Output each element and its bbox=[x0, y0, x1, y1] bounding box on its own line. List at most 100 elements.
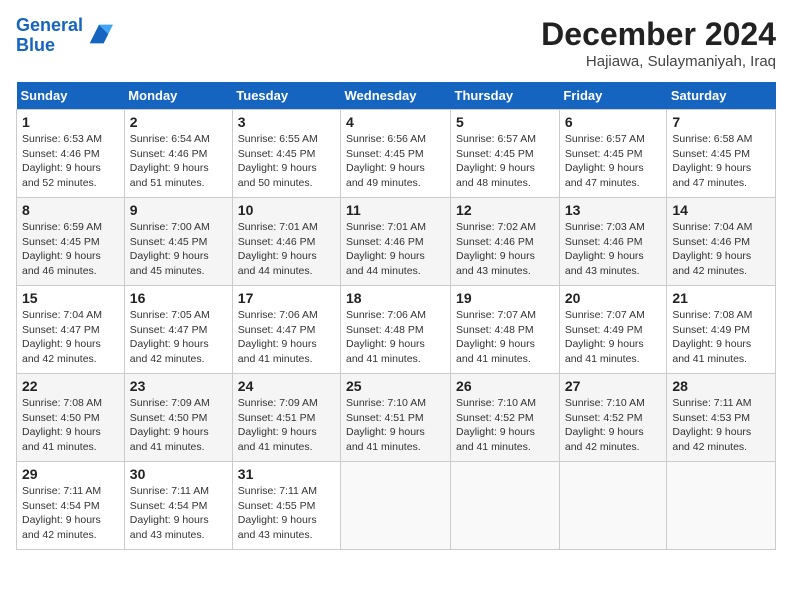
day-number: 23 bbox=[130, 378, 227, 394]
day-cell-22: 22 Sunrise: 7:08 AMSunset: 4:50 PMDaylig… bbox=[17, 374, 125, 462]
day-number: 15 bbox=[22, 290, 119, 306]
day-detail: Sunrise: 7:09 AMSunset: 4:51 PMDaylight:… bbox=[238, 397, 318, 453]
day-cell-10: 10 Sunrise: 7:01 AMSunset: 4:46 PMDaylig… bbox=[232, 198, 340, 286]
day-cell-16: 16 Sunrise: 7:05 AMSunset: 4:47 PMDaylig… bbox=[124, 286, 232, 374]
day-number: 18 bbox=[346, 290, 445, 306]
day-detail: Sunrise: 7:11 AMSunset: 4:53 PMDaylight:… bbox=[672, 397, 751, 453]
day-detail: Sunrise: 6:57 AMSunset: 4:45 PMDaylight:… bbox=[565, 133, 645, 189]
day-detail: Sunrise: 7:07 AMSunset: 4:48 PMDaylight:… bbox=[456, 309, 536, 365]
day-detail: Sunrise: 7:11 AMSunset: 4:55 PMDaylight:… bbox=[238, 485, 317, 541]
header-monday: Monday bbox=[124, 82, 232, 110]
day-number: 13 bbox=[565, 202, 662, 218]
day-cell-8: 8 Sunrise: 6:59 AMSunset: 4:45 PMDayligh… bbox=[17, 198, 125, 286]
day-cell-6: 6 Sunrise: 6:57 AMSunset: 4:45 PMDayligh… bbox=[559, 110, 667, 198]
day-cell-15: 15 Sunrise: 7:04 AMSunset: 4:47 PMDaylig… bbox=[17, 286, 125, 374]
day-detail: Sunrise: 7:04 AMSunset: 4:47 PMDaylight:… bbox=[22, 309, 102, 365]
day-cell-25: 25 Sunrise: 7:10 AMSunset: 4:51 PMDaylig… bbox=[341, 374, 451, 462]
day-detail: Sunrise: 7:11 AMSunset: 4:54 PMDaylight:… bbox=[130, 485, 209, 541]
day-number: 27 bbox=[565, 378, 662, 394]
month-title: December 2024 bbox=[541, 16, 776, 53]
day-number: 4 bbox=[346, 114, 445, 130]
day-cell-23: 23 Sunrise: 7:09 AMSunset: 4:50 PMDaylig… bbox=[124, 374, 232, 462]
day-cell-17: 17 Sunrise: 7:06 AMSunset: 4:47 PMDaylig… bbox=[232, 286, 340, 374]
day-number: 11 bbox=[346, 202, 445, 218]
day-detail: Sunrise: 7:04 AMSunset: 4:46 PMDaylight:… bbox=[672, 221, 752, 277]
day-cell-29: 29 Sunrise: 7:11 AMSunset: 4:54 PMDaylig… bbox=[17, 462, 125, 550]
day-number: 5 bbox=[456, 114, 554, 130]
empty-cell bbox=[667, 462, 776, 550]
day-number: 14 bbox=[672, 202, 770, 218]
day-number: 22 bbox=[22, 378, 119, 394]
day-detail: Sunrise: 6:56 AMSunset: 4:45 PMDaylight:… bbox=[346, 133, 426, 189]
day-number: 3 bbox=[238, 114, 335, 130]
empty-cell bbox=[341, 462, 451, 550]
day-cell-20: 20 Sunrise: 7:07 AMSunset: 4:49 PMDaylig… bbox=[559, 286, 667, 374]
day-cell-12: 12 Sunrise: 7:02 AMSunset: 4:46 PMDaylig… bbox=[451, 198, 560, 286]
day-cell-28: 28 Sunrise: 7:11 AMSunset: 4:53 PMDaylig… bbox=[667, 374, 776, 462]
week-row-5: 29 Sunrise: 7:11 AMSunset: 4:54 PMDaylig… bbox=[17, 462, 776, 550]
day-detail: Sunrise: 6:57 AMSunset: 4:45 PMDaylight:… bbox=[456, 133, 536, 189]
day-detail: Sunrise: 7:10 AMSunset: 4:51 PMDaylight:… bbox=[346, 397, 426, 453]
day-number: 29 bbox=[22, 466, 119, 482]
header-sunday: Sunday bbox=[17, 82, 125, 110]
title-block: December 2024 Hajiawa, Sulaymaniyah, Ira… bbox=[541, 16, 776, 70]
day-cell-9: 9 Sunrise: 7:00 AMSunset: 4:45 PMDayligh… bbox=[124, 198, 232, 286]
day-detail: Sunrise: 7:06 AMSunset: 4:47 PMDaylight:… bbox=[238, 309, 318, 365]
day-detail: Sunrise: 7:05 AMSunset: 4:47 PMDaylight:… bbox=[130, 309, 210, 365]
day-detail: Sunrise: 7:10 AMSunset: 4:52 PMDaylight:… bbox=[456, 397, 536, 453]
day-cell-3: 3 Sunrise: 6:55 AMSunset: 4:45 PMDayligh… bbox=[232, 110, 340, 198]
day-number: 16 bbox=[130, 290, 227, 306]
day-number: 21 bbox=[672, 290, 770, 306]
day-number: 24 bbox=[238, 378, 335, 394]
day-detail: Sunrise: 7:11 AMSunset: 4:54 PMDaylight:… bbox=[22, 485, 101, 541]
day-detail: Sunrise: 7:08 AMSunset: 4:49 PMDaylight:… bbox=[672, 309, 752, 365]
day-number: 6 bbox=[565, 114, 662, 130]
day-detail: Sunrise: 7:08 AMSunset: 4:50 PMDaylight:… bbox=[22, 397, 102, 453]
day-detail: Sunrise: 7:03 AMSunset: 4:46 PMDaylight:… bbox=[565, 221, 645, 277]
day-cell-1: 1 Sunrise: 6:53 AMSunset: 4:46 PMDayligh… bbox=[17, 110, 125, 198]
day-number: 12 bbox=[456, 202, 554, 218]
day-number: 9 bbox=[130, 202, 227, 218]
header-thursday: Thursday bbox=[451, 82, 560, 110]
week-row-3: 15 Sunrise: 7:04 AMSunset: 4:47 PMDaylig… bbox=[17, 286, 776, 374]
day-cell-14: 14 Sunrise: 7:04 AMSunset: 4:46 PMDaylig… bbox=[667, 198, 776, 286]
logo: General Blue bbox=[16, 16, 113, 56]
day-detail: Sunrise: 7:02 AMSunset: 4:46 PMDaylight:… bbox=[456, 221, 536, 277]
day-detail: Sunrise: 6:59 AMSunset: 4:45 PMDaylight:… bbox=[22, 221, 102, 277]
day-number: 1 bbox=[22, 114, 119, 130]
day-cell-13: 13 Sunrise: 7:03 AMSunset: 4:46 PMDaylig… bbox=[559, 198, 667, 286]
day-cell-5: 5 Sunrise: 6:57 AMSunset: 4:45 PMDayligh… bbox=[451, 110, 560, 198]
day-detail: Sunrise: 6:58 AMSunset: 4:45 PMDaylight:… bbox=[672, 133, 752, 189]
day-cell-7: 7 Sunrise: 6:58 AMSunset: 4:45 PMDayligh… bbox=[667, 110, 776, 198]
day-number: 17 bbox=[238, 290, 335, 306]
day-cell-18: 18 Sunrise: 7:06 AMSunset: 4:48 PMDaylig… bbox=[341, 286, 451, 374]
page-header: General Blue December 2024 Hajiawa, Sula… bbox=[16, 16, 776, 70]
day-cell-30: 30 Sunrise: 7:11 AMSunset: 4:54 PMDaylig… bbox=[124, 462, 232, 550]
day-cell-27: 27 Sunrise: 7:10 AMSunset: 4:52 PMDaylig… bbox=[559, 374, 667, 462]
day-number: 26 bbox=[456, 378, 554, 394]
header-saturday: Saturday bbox=[667, 82, 776, 110]
empty-cell bbox=[559, 462, 667, 550]
day-number: 2 bbox=[130, 114, 227, 130]
day-detail: Sunrise: 7:09 AMSunset: 4:50 PMDaylight:… bbox=[130, 397, 210, 453]
day-detail: Sunrise: 6:54 AMSunset: 4:46 PMDaylight:… bbox=[130, 133, 210, 189]
location: Hajiawa, Sulaymaniyah, Iraq bbox=[541, 53, 776, 70]
day-detail: Sunrise: 6:55 AMSunset: 4:45 PMDaylight:… bbox=[238, 133, 318, 189]
day-cell-4: 4 Sunrise: 6:56 AMSunset: 4:45 PMDayligh… bbox=[341, 110, 451, 198]
day-number: 10 bbox=[238, 202, 335, 218]
day-cell-11: 11 Sunrise: 7:01 AMSunset: 4:46 PMDaylig… bbox=[341, 198, 451, 286]
day-detail: Sunrise: 7:06 AMSunset: 4:48 PMDaylight:… bbox=[346, 309, 426, 365]
day-detail: Sunrise: 7:07 AMSunset: 4:49 PMDaylight:… bbox=[565, 309, 645, 365]
header-tuesday: Tuesday bbox=[232, 82, 340, 110]
day-number: 31 bbox=[238, 466, 335, 482]
header-friday: Friday bbox=[559, 82, 667, 110]
day-number: 30 bbox=[130, 466, 227, 482]
day-number: 7 bbox=[672, 114, 770, 130]
day-number: 25 bbox=[346, 378, 445, 394]
day-cell-26: 26 Sunrise: 7:10 AMSunset: 4:52 PMDaylig… bbox=[451, 374, 560, 462]
day-detail: Sunrise: 7:01 AMSunset: 4:46 PMDaylight:… bbox=[238, 221, 318, 277]
header-wednesday: Wednesday bbox=[341, 82, 451, 110]
week-row-4: 22 Sunrise: 7:08 AMSunset: 4:50 PMDaylig… bbox=[17, 374, 776, 462]
logo-text: General Blue bbox=[16, 16, 83, 56]
day-number: 28 bbox=[672, 378, 770, 394]
